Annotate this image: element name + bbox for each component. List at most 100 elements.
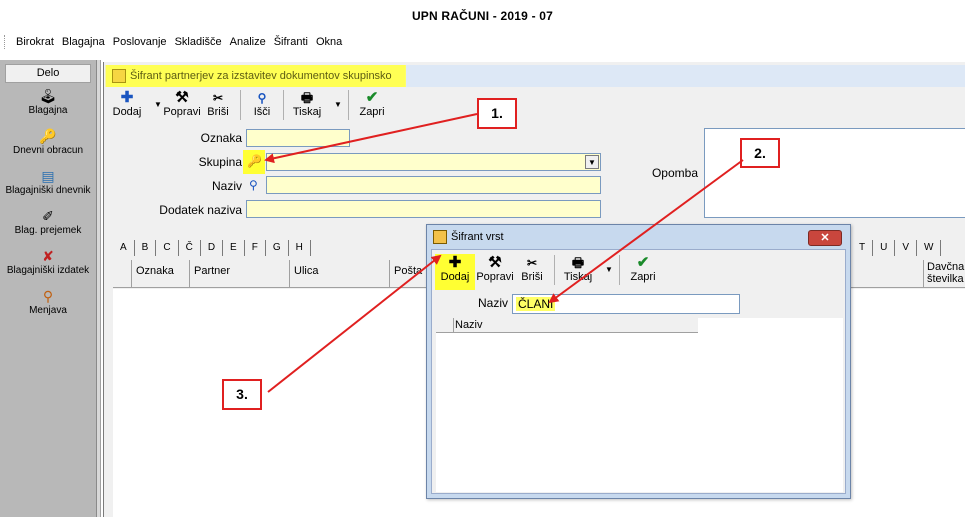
chevron-down-icon[interactable]: ▼ bbox=[154, 100, 162, 109]
dialog-print-button[interactable]: 🖶 Tiskaj ▼ bbox=[561, 255, 613, 287]
chevron-down-icon[interactable]: ▼ bbox=[585, 155, 599, 169]
edit-button[interactable]: ⚒ Popravi bbox=[162, 90, 202, 122]
key-icon: 🔑 bbox=[39, 128, 57, 144]
code-label: Oznaka bbox=[200, 131, 242, 145]
menu-okna[interactable]: Okna bbox=[312, 35, 346, 49]
hammer-icon: ⚒ bbox=[175, 89, 189, 106]
column-header[interactable]: Ulica bbox=[289, 260, 389, 288]
note-label: Opomba bbox=[651, 166, 698, 180]
dialog-name-label: Naziv bbox=[478, 296, 509, 310]
sidebar-item-label: Menjava bbox=[29, 305, 67, 316]
letter-tab[interactable]: A bbox=[113, 240, 135, 256]
menu-birokrat[interactable]: Birokrat bbox=[12, 35, 58, 49]
app-window: UPN RAČUNI - 2019 - 07 Birokrat Blagajna… bbox=[0, 0, 965, 517]
toolbar-separator bbox=[283, 90, 284, 120]
window-icon bbox=[433, 230, 447, 244]
printer-icon: 🖶 bbox=[571, 255, 585, 270]
sidebar: Delo 🕹 Blagajna 🔑 Dnevni obracun ▤ Blaga… bbox=[0, 60, 97, 517]
caption-bar-fill bbox=[406, 65, 965, 87]
title-bar: UPN RAČUNI - 2019 - 07 bbox=[0, 0, 965, 30]
letter-tab[interactable]: W bbox=[917, 240, 942, 256]
chevron-down-icon[interactable]: ▼ bbox=[605, 265, 613, 274]
sidebar-item-blagajna[interactable]: 🕹 Blagajna bbox=[0, 87, 96, 123]
close-button[interactable]: ✕ bbox=[808, 230, 842, 246]
main-toolbar: ✚ Dodaj ▼ ⚒ Popravi ✂ Briši ⚲ Išči 🖶 Tis… bbox=[110, 90, 389, 122]
print-button[interactable]: 🖶 Tiskaj ▼ bbox=[290, 90, 342, 122]
menu-sifranti[interactable]: Šifranti bbox=[270, 35, 312, 49]
letter-tab[interactable]: T bbox=[852, 240, 874, 256]
name-input[interactable] bbox=[266, 176, 601, 194]
search-icon[interactable]: ⚲ bbox=[249, 178, 258, 192]
column-header[interactable]: Oznaka bbox=[131, 260, 189, 288]
group-select[interactable]: ▼ bbox=[266, 153, 601, 171]
plus-icon: ✚ bbox=[448, 254, 462, 271]
sidebar-item-menjava[interactable]: ⚲ Menjava bbox=[0, 287, 96, 323]
sidebar-item-dnevni-obracun[interactable]: 🔑 Dnevni obracun bbox=[0, 127, 96, 163]
delete-button[interactable]: ✂ Briši bbox=[202, 90, 234, 122]
letter-tabs-right: T U V W bbox=[852, 240, 942, 256]
dialog-name-input[interactable]: ČLANI bbox=[512, 294, 740, 314]
dialog-toolbar: ✚ Dodaj ⚒ Popravi ✂ Briši 🖶 Tiskaj ▼ ✔ Z… bbox=[436, 255, 660, 287]
letter-tab[interactable]: V bbox=[895, 240, 918, 256]
search-button[interactable]: ⚲ Išči bbox=[247, 90, 277, 122]
sidebar-header[interactable]: Delo bbox=[5, 64, 91, 83]
letter-tab[interactable]: H bbox=[289, 240, 311, 256]
panel-splitter[interactable] bbox=[97, 60, 101, 517]
group-dialog: Šifrant vrst ✕ ✚ Dodaj ⚒ Popravi ✂ Briši bbox=[426, 224, 851, 499]
chevron-down-icon[interactable]: ▼ bbox=[334, 100, 342, 109]
window-title: UPN RAČUNI - 2019 - 07 bbox=[411, 9, 554, 23]
search-icon: ⚲ bbox=[257, 91, 267, 105]
menu-poslovanje[interactable]: Poslovanje bbox=[109, 35, 171, 49]
letter-tab[interactable]: G bbox=[266, 240, 289, 256]
sidebar-item-label: Blagajniški izdatek bbox=[6, 265, 90, 276]
dialog-close-button[interactable]: ✔ Zapri bbox=[626, 255, 660, 287]
dialog-delete-button[interactable]: ✂ Briši bbox=[516, 255, 548, 287]
letter-tabs: A B C Č D E F G H bbox=[113, 240, 311, 256]
dialog-name-value: ČLANI bbox=[516, 297, 556, 311]
letter-tab[interactable]: B bbox=[135, 240, 157, 256]
dialog-grid[interactable]: Naziv bbox=[436, 318, 843, 492]
sidebar-item-blag-prejemek[interactable]: ✐ Blag. prejemek bbox=[0, 207, 96, 243]
letter-tab[interactable]: D bbox=[201, 240, 224, 256]
letter-tab[interactable]: C bbox=[156, 240, 179, 256]
toolbar-separator bbox=[348, 90, 349, 120]
sidebar-item-blagajniski-dnevnik[interactable]: ▤ Blagajniški dnevnik bbox=[0, 167, 96, 203]
letter-tab[interactable]: U bbox=[873, 240, 896, 256]
checkmark-icon: ✔ bbox=[365, 89, 379, 106]
sidebar-item-blagajniski-izdatek[interactable]: ✘ Blagajniški izdatek bbox=[0, 247, 96, 283]
letter-tab[interactable]: Č bbox=[179, 240, 201, 256]
letter-tab[interactable]: F bbox=[245, 240, 266, 256]
menu-analize[interactable]: Analize bbox=[226, 35, 270, 49]
dialog-title-bar[interactable]: Šifrant vrst ✕ bbox=[427, 225, 850, 249]
menu-bar: Birokrat Blagajna Poslovanje Skladišče A… bbox=[0, 31, 965, 53]
toolbar-separator bbox=[554, 255, 555, 285]
letter-tab[interactable]: E bbox=[223, 240, 245, 256]
checkmark-icon: ✔ bbox=[636, 254, 650, 271]
menu-blagajna[interactable]: Blagajna bbox=[58, 35, 109, 49]
key-icon[interactable]: 🔑 bbox=[247, 154, 262, 168]
column-header[interactable]: Partner bbox=[189, 260, 289, 288]
sidebar-item-label: Blagajniški dnevnik bbox=[5, 185, 91, 196]
printer-icon: 🖶 bbox=[300, 90, 314, 105]
close-button[interactable]: ✔ Zapri bbox=[355, 90, 389, 122]
group-label: Skupina bbox=[198, 155, 242, 169]
toolbar-separator bbox=[619, 255, 620, 285]
name-extra-input[interactable] bbox=[246, 200, 601, 218]
plus-icon: ✚ bbox=[120, 89, 134, 106]
sidebar-item-label: Blag. prejemek bbox=[14, 225, 82, 236]
title-highlight bbox=[105, 65, 405, 87]
menu-skladisce[interactable]: Skladišče bbox=[171, 35, 226, 49]
sidebar-item-label: Blagajna bbox=[28, 105, 68, 116]
sidebar-item-label: Dnevni obracun bbox=[12, 145, 84, 156]
code-input[interactable] bbox=[246, 129, 350, 147]
dialog-edit-button[interactable]: ⚒ Popravi bbox=[474, 255, 516, 287]
dialog-add-button[interactable]: ✚ Dodaj bbox=[436, 255, 474, 287]
scissors-icon: ✂ bbox=[212, 91, 224, 105]
column-header[interactable]: Naziv bbox=[455, 319, 483, 331]
add-button[interactable]: ✚ Dodaj ▼ bbox=[110, 89, 162, 122]
receipt-icon: ✐ bbox=[42, 208, 54, 224]
column-header-tax[interactable]: Davčna številka bbox=[923, 260, 965, 288]
hammer-icon: ⚒ bbox=[488, 254, 502, 271]
toolbar-separator bbox=[240, 90, 241, 120]
exchange-icon: ⚲ bbox=[42, 288, 54, 304]
